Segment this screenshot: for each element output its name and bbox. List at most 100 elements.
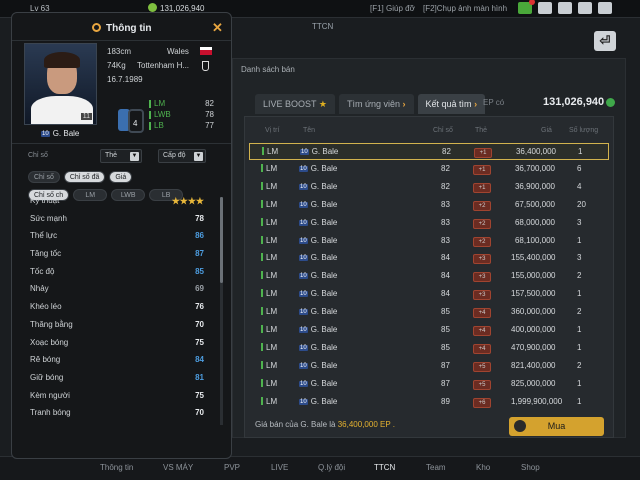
season-badge: 10 bbox=[299, 255, 308, 262]
row-card: +6 bbox=[473, 397, 491, 408]
search-tabs: LIVE BOOST ★ Tìm ứng viên › Kết quả tìm … bbox=[255, 94, 486, 114]
row-position: LM bbox=[261, 271, 277, 280]
back-button[interactable]: ⏎ bbox=[594, 31, 616, 51]
table-row[interactable]: LM 10 G. Bale 82 +1 36,700,000 6 bbox=[249, 161, 609, 178]
stat-name: Rê bóng bbox=[30, 355, 61, 365]
screenshot-hotkey[interactable]: [F2]Chụp ảnh màn hình bbox=[423, 4, 507, 13]
row-position: LM bbox=[261, 163, 277, 173]
nav-team[interactable]: Team bbox=[426, 463, 446, 472]
row-ovr: 85 bbox=[441, 325, 450, 334]
row-ovr: 84 bbox=[441, 289, 450, 299]
table-row[interactable]: LM 10 G. Bale 84 +3 157,500,000 1 bbox=[249, 286, 609, 303]
col-position[interactable]: Vị trí bbox=[265, 127, 279, 134]
edit-icon[interactable] bbox=[558, 2, 572, 14]
tab-search-candidates[interactable]: Tìm ứng viên › bbox=[338, 94, 414, 114]
nav-info[interactable]: Thông tin bbox=[100, 463, 133, 472]
row-card: +5 bbox=[473, 361, 491, 372]
chat-icon[interactable] bbox=[578, 2, 592, 14]
stat-value: 87 bbox=[195, 249, 204, 259]
table-row[interactable]: LM 10 G. Bale 83 +2 68,000,000 3 bbox=[249, 215, 609, 232]
nav-shop[interactable]: Shop bbox=[521, 463, 540, 472]
row-price: 360,000,000 bbox=[511, 307, 556, 317]
nav-ttcn[interactable]: TTCN bbox=[374, 463, 395, 472]
help-hotkey[interactable]: [F1] Giúp đỡ bbox=[370, 4, 415, 13]
tab-search-results[interactable]: Kết quả tìm › bbox=[417, 94, 486, 114]
sell-price-text: Giá bán của G. Bale là 36,400,000 EP . bbox=[255, 420, 395, 429]
row-ovr: 84 bbox=[441, 271, 450, 281]
nav-live[interactable]: LIVE bbox=[271, 463, 288, 472]
stat-name: Thể lực bbox=[30, 231, 58, 241]
col-card[interactable]: Thẻ bbox=[475, 127, 487, 134]
table-row[interactable]: LM 10 G. Bale 87 +5 821,400,000 2 bbox=[249, 358, 609, 375]
row-qty: 1 bbox=[578, 147, 583, 156]
table-row[interactable]: LM 10 G. Bale 82 +1 36,400,000 1 bbox=[249, 143, 609, 160]
calendar-icon[interactable] bbox=[538, 2, 552, 14]
subtab-stats-applied[interactable]: Chỉ số đã bbox=[63, 171, 106, 183]
col-name[interactable]: Tên bbox=[303, 127, 315, 134]
nav-storage[interactable]: Kho bbox=[476, 463, 490, 472]
sell-list-label[interactable]: Danh sách bán bbox=[241, 65, 295, 74]
table-row[interactable]: LM 10 G. Bale 83 +2 67,500,000 20 bbox=[249, 197, 609, 214]
table-row[interactable]: LM 10 G. Bale 83 +2 68,100,000 1 bbox=[249, 233, 609, 250]
skill-stars: ★★★★ bbox=[171, 196, 204, 206]
row-price: 825,000,000 bbox=[511, 378, 556, 388]
mail-icon[interactable] bbox=[518, 0, 535, 14]
card-grade: +6 bbox=[473, 397, 491, 408]
row-qty: 20 bbox=[577, 199, 586, 209]
level-select[interactable]: Cấp độ ▼ bbox=[158, 149, 206, 163]
col-ovr[interactable]: Chỉ số bbox=[433, 127, 453, 134]
card-grade: +2 bbox=[473, 236, 491, 247]
card-grade: +4 bbox=[473, 326, 491, 336]
row-card: +2 bbox=[473, 218, 491, 229]
subtab-price[interactable]: Giá bbox=[109, 171, 133, 183]
nav-pvp[interactable]: PVP bbox=[224, 463, 240, 472]
table-row[interactable]: LM 10 G. Bale 84 +3 155,400,000 3 bbox=[249, 250, 609, 267]
card-grade: +3 bbox=[473, 272, 491, 283]
stat-row: Tăng tốc 87 bbox=[24, 246, 204, 264]
row-card: +4 bbox=[473, 343, 491, 354]
col-qty[interactable]: Số lượng bbox=[569, 127, 598, 134]
chevron-down-icon: ▼ bbox=[130, 152, 139, 161]
player-birthdate: 16.7.1989 bbox=[107, 75, 143, 84]
buy-button[interactable]: Mua bbox=[509, 417, 604, 436]
stat-list: Kỹ thuật ★★★★ Sức mạnh 78 Thể lực 86 Tăng tố… bbox=[24, 193, 204, 423]
nav-vs-cpu[interactable]: VS MÁY bbox=[163, 463, 193, 472]
tab-live-boost[interactable]: LIVE BOOST ★ bbox=[255, 94, 335, 114]
row-card: +4 bbox=[473, 307, 491, 319]
stat-value: 70 bbox=[195, 408, 204, 418]
chevron-right-icon: › bbox=[474, 99, 478, 109]
table-row[interactable]: LM 10 G. Bale 85 +4 470,900,000 1 bbox=[249, 340, 609, 357]
stat-name: Khéo léo bbox=[30, 302, 62, 312]
row-name: 10 G. Bale bbox=[299, 199, 338, 209]
subtab-stats[interactable]: Chỉ số bbox=[28, 171, 60, 183]
row-position: LM bbox=[261, 342, 277, 352]
col-price[interactable]: Giá bbox=[541, 127, 552, 134]
menu-icon[interactable] bbox=[598, 2, 612, 14]
row-qty: 1 bbox=[577, 289, 582, 299]
scroll-thumb[interactable] bbox=[220, 197, 223, 283]
nav-team-manage[interactable]: Q.lý đội bbox=[318, 463, 345, 472]
row-name: 10 G. Bale bbox=[300, 147, 339, 156]
stat-scrollbar[interactable] bbox=[220, 197, 223, 425]
row-price: 155,400,000 bbox=[511, 253, 556, 263]
stat-value: 69 bbox=[195, 284, 204, 294]
row-qty: 2 bbox=[577, 271, 582, 281]
row-name: 10 G. Bale bbox=[299, 307, 338, 317]
card-grade: +4 bbox=[473, 343, 491, 354]
stat-value: 86 bbox=[195, 231, 204, 241]
table-row[interactable]: LM 10 G. Bale 85 +4 400,000,000 1 bbox=[249, 322, 609, 339]
table-row[interactable]: LM 10 G. Bale 87 +5 825,000,000 1 bbox=[249, 376, 609, 393]
close-icon[interactable]: ✕ bbox=[212, 20, 223, 36]
season-badge: 10 bbox=[299, 219, 308, 226]
season-badge: 10 bbox=[299, 309, 308, 316]
stat-name: Nhảy bbox=[30, 284, 49, 294]
card-select[interactable]: Thẻ ▼ bbox=[100, 149, 142, 163]
table-row[interactable]: LM 10 G. Bale 85 +4 360,000,000 2 bbox=[249, 304, 609, 321]
table-row[interactable]: LM 10 G. Bale 89 +6 1,999,900,000 1 bbox=[249, 394, 609, 411]
stat-row: Thể lực 86 bbox=[24, 228, 204, 246]
row-position: LM bbox=[261, 378, 277, 388]
table-row[interactable]: LM 10 G. Bale 84 +3 155,000,000 2 bbox=[249, 268, 609, 285]
club-crest-icon bbox=[202, 61, 209, 71]
row-qty: 3 bbox=[577, 217, 582, 227]
table-row[interactable]: LM 10 G. Bale 82 +1 36,900,000 4 bbox=[249, 179, 609, 196]
